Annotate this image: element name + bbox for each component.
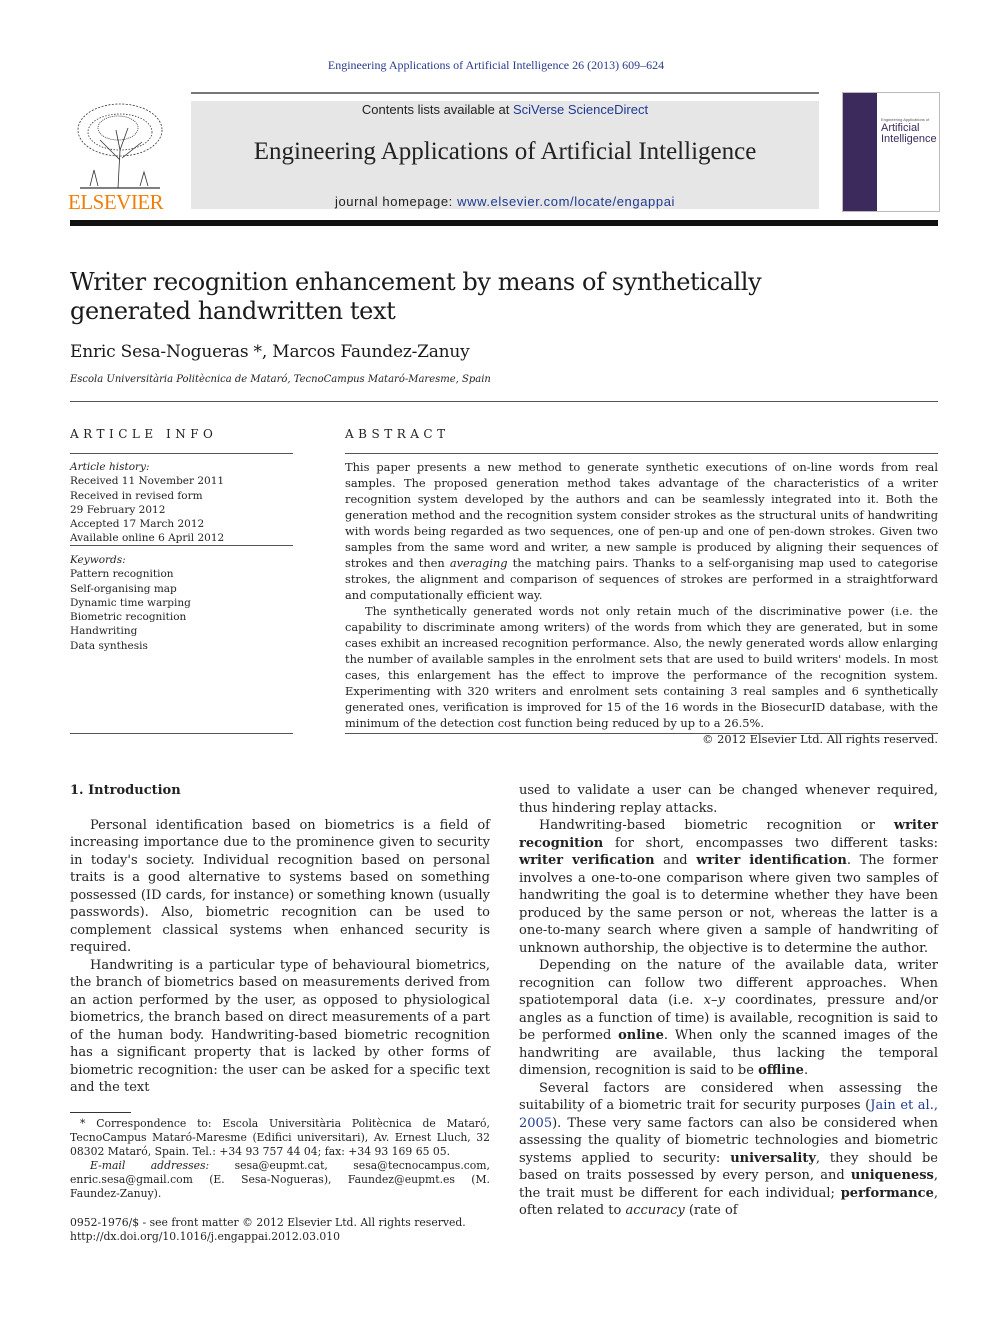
keyword-item: Data synthesis: [70, 639, 148, 652]
body-paragraph: Several factors are considered when asse…: [519, 1080, 938, 1219]
journal-citation[interactable]: Engineering Applications of Artificial I…: [0, 58, 992, 73]
article-title: Writer recognition enhancement by means …: [70, 268, 762, 325]
history-label: Article history:: [70, 461, 150, 473]
abstract-paragraph-1: This paper presents a new method to gene…: [345, 460, 938, 602]
contents-line: Contents lists available at SciVerse Sci…: [191, 102, 819, 117]
keyword-item: Dynamic time warping: [70, 596, 191, 609]
article-info-divider: [70, 453, 293, 454]
author-affiliation: Escola Universitària Politècnica de Mata…: [70, 374, 491, 385]
body-paragraph: Personal identification based on biometr…: [70, 817, 490, 956]
abstract-divider: [345, 453, 938, 454]
cover-strip: [843, 93, 877, 211]
article-info-bottom-rule: [70, 733, 293, 734]
footnote-rule: [70, 1112, 131, 1113]
article-info-heading: ARTICLE INFO: [70, 427, 218, 441]
header-divider: [191, 92, 819, 94]
sciencedirect-link[interactable]: SciVerse ScienceDirect: [513, 102, 648, 117]
journal-banner: Contents lists available at SciVerse Sci…: [191, 101, 819, 209]
header-thick-rule: [70, 220, 938, 226]
keywords: Keywords: Pattern recognition Self-organ…: [70, 553, 293, 653]
abstract-heading: ABSTRACT: [345, 427, 450, 441]
history-item: Received 11 November 2011: [70, 475, 225, 488]
section-heading-introduction: 1. Introduction: [70, 783, 181, 798]
doi-link[interactable]: http://dx.doi.org/10.1016/j.engappai.201…: [70, 1230, 490, 1244]
keyword-item: Biometric recognition: [70, 611, 187, 624]
keyword-item: Pattern recognition: [70, 568, 174, 581]
contents-label: Contents lists available at: [361, 102, 513, 117]
elsevier-wordmark: ELSEVIER: [68, 190, 164, 214]
keywords-label: Keywords:: [70, 554, 126, 566]
article-authors[interactable]: Enric Sesa-Nogueras *, Marcos Faundez-Za…: [70, 342, 470, 362]
cover-title-line2: Intelligence: [881, 133, 937, 145]
body-left-column: 1. Introduction Personal identification …: [70, 782, 490, 1097]
front-matter: 0952-1976/$ - see front matter © 2012 El…: [70, 1216, 490, 1244]
history-item: Accepted 17 March 2012: [70, 518, 205, 531]
homepage-link[interactable]: www.elsevier.com/locate/engappai: [457, 194, 675, 209]
body-right-column: used to validate a user can be changed w…: [519, 782, 938, 1220]
abstract-body: This paper presents a new method to gene…: [345, 459, 938, 747]
homepage-line: journal homepage: www.elsevier.com/locat…: [191, 194, 819, 209]
body-paragraph: Handwriting-based biometric recognition …: [519, 818, 938, 956]
history-item: Received in revised form: [70, 489, 203, 502]
abstract-paragraph-2: The synthetically generated words not on…: [345, 604, 938, 730]
keywords-divider: [70, 545, 293, 546]
email-note: E-mail addresses: sesa@eupmt.cat, sesa@t…: [70, 1159, 490, 1200]
history-item: Available online 6 April 2012: [70, 532, 225, 545]
article-history: Article history: Received 11 November 20…: [70, 460, 293, 546]
keyword-item: Self-organising map: [70, 582, 177, 595]
journal-title: Engineering Applications of Artificial I…: [253, 138, 757, 165]
journal-cover-thumbnail[interactable]: Engineering Applications of Artificial I…: [842, 92, 940, 212]
issn-line: 0952-1976/$ - see front matter © 2012 El…: [70, 1216, 466, 1229]
cover-title: Artificial Intelligence: [881, 123, 937, 145]
correspondence-note: * Correspondence to: Escola Universitàri…: [70, 1117, 490, 1158]
footnote: * Correspondence to: Escola Universitàri…: [70, 1117, 490, 1201]
history-item: 29 February 2012: [70, 503, 166, 516]
body-paragraph: Handwriting is a particular type of beha…: [70, 957, 490, 1096]
body-paragraph: used to validate a user can be changed w…: [519, 783, 938, 816]
title-divider: [70, 401, 938, 402]
abstract-bottom-rule: [345, 733, 938, 734]
keyword-item: Handwriting: [70, 625, 138, 638]
homepage-label: journal homepage:: [334, 194, 458, 209]
body-paragraph: Depending on the nature of the available…: [519, 958, 938, 1078]
